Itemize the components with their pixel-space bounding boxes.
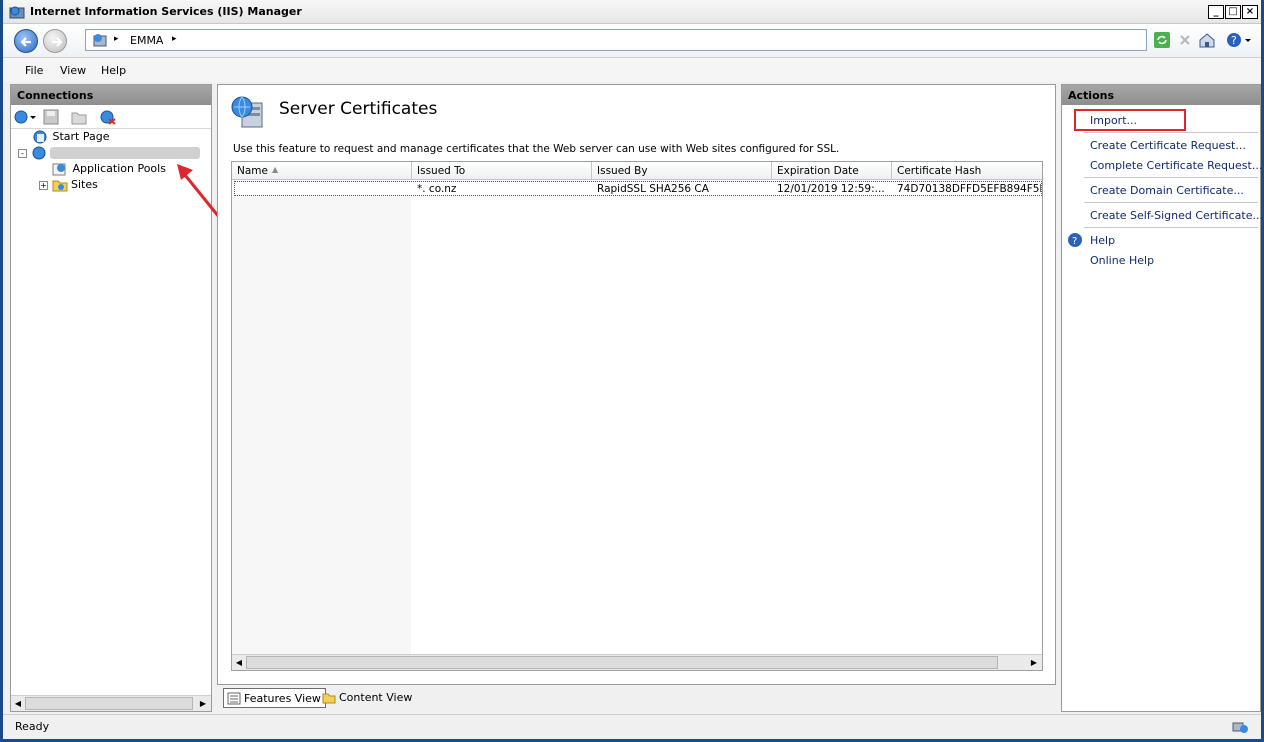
iis-manager-window: Internet Information Services (IIS) Mana… <box>0 0 1264 742</box>
scroll-right-arrow-icon[interactable]: ▶ <box>1028 657 1040 669</box>
connect-globe-icon[interactable] <box>14 109 36 128</box>
up-folder-icon[interactable] <box>71 109 87 128</box>
menu-file[interactable]: File <box>25 64 43 77</box>
features-view-label: Features View <box>244 692 321 705</box>
title-bar: Internet Information Services (IIS) Mana… <box>3 0 1261 24</box>
status-text: Ready <box>15 720 50 733</box>
action-create-domain-certificate[interactable]: Create Domain Certificate... <box>1090 184 1244 197</box>
disconnect-icon[interactable] <box>99 109 117 128</box>
tree-sites[interactable]: + Sites <box>39 178 98 192</box>
features-panel: Server Certificates Use this feature to … <box>217 84 1056 685</box>
help-icon: ? <box>1067 232 1083 251</box>
server-certificates-icon <box>230 95 266 132</box>
certificates-grid: Name ▲ Issued To Issued By Expiration Da… <box>231 161 1043 671</box>
menu-help[interactable]: Help <box>101 64 126 77</box>
scroll-left-arrow-icon[interactable]: ◀ <box>12 698 24 710</box>
cell-issued-to: *. co.nz <box>417 183 457 195</box>
table-row[interactable]: *. co.nz RapidSSL SHA256 CA 12/01/2019 1… <box>234 181 1042 196</box>
expand-toggle-icon[interactable]: + <box>39 180 48 190</box>
grid-header: Name ▲ Issued To Issued By Expiration Da… <box>232 162 1042 180</box>
actions-header: Actions <box>1062 85 1260 105</box>
back-button[interactable] <box>14 29 38 53</box>
action-import[interactable]: Import... <box>1090 114 1137 127</box>
action-divider <box>1084 177 1258 178</box>
action-help[interactable]: Help <box>1090 234 1115 247</box>
features-view-icon <box>227 692 241 708</box>
application-pools-icon <box>52 163 66 176</box>
scroll-thumb[interactable] <box>25 697 193 710</box>
close-button[interactable]: × <box>1242 5 1258 19</box>
tree-application-pools[interactable]: Application Pools <box>51 162 166 176</box>
content-view-label: Content View <box>339 691 413 704</box>
scroll-right-arrow-icon[interactable]: ▶ <box>197 698 209 710</box>
feature-description: Use this feature to request and manage c… <box>233 143 840 155</box>
action-divider <box>1084 202 1258 203</box>
address-bar[interactable]: ▸ EMMA ▸ <box>85 29 1147 51</box>
minimize-button[interactable]: _ <box>1208 5 1224 19</box>
connections-header: Connections <box>11 85 211 105</box>
start-page-label: Start Page <box>52 130 110 143</box>
home-icon[interactable] <box>1198 31 1216 49</box>
cell-hash: 74D70138DFFD5EFB894F5DB5 <box>897 183 1041 195</box>
menu-bar: File View Help <box>3 58 1261 82</box>
breadcrumb-separator[interactable]: ▸ <box>172 34 177 44</box>
grid-scrollbar[interactable]: ◀ ▶ <box>232 654 1042 670</box>
window-title: Internet Information Services (IIS) Mana… <box>30 5 302 18</box>
tree-server-node[interactable]: - <box>18 146 200 160</box>
svg-text:?: ? <box>1072 236 1077 247</box>
server-node-icon <box>32 146 45 160</box>
column-name-label: Name <box>237 165 268 177</box>
column-header-issued-by[interactable]: Issued By <box>592 162 772 180</box>
breadcrumb-emma[interactable]: EMMA <box>130 34 163 47</box>
stop-icon[interactable] <box>1176 31 1194 49</box>
status-bar: Ready <box>3 714 1261 739</box>
column-header-name[interactable]: Name ▲ <box>232 162 412 180</box>
feature-title: Server Certificates <box>279 99 438 119</box>
network-status-icon <box>1231 719 1249 738</box>
menu-view[interactable]: View <box>60 64 86 77</box>
navigation-bar: ▸ EMMA ▸ ? <box>3 24 1261 58</box>
column-header-issued-to[interactable]: Issued To <box>412 162 592 180</box>
action-complete-certificate-request[interactable]: Complete Certificate Request... <box>1090 159 1262 172</box>
server-node-label-redacted <box>50 147 200 159</box>
iis-app-icon <box>9 5 25 19</box>
forward-button[interactable] <box>43 29 67 53</box>
svg-text:?: ? <box>1231 34 1237 47</box>
name-column-background <box>232 197 411 657</box>
server-icon <box>92 33 108 50</box>
column-header-hash[interactable]: Certificate Hash <box>892 162 1042 180</box>
action-create-self-signed-certificate[interactable]: Create Self-Signed Certificate... <box>1090 209 1263 222</box>
scroll-thumb[interactable] <box>246 656 998 669</box>
connections-scrollbar[interactable]: ◀ ▶ <box>11 695 211 711</box>
content-view-icon <box>322 691 336 707</box>
cell-issued-by: RapidSSL SHA256 CA <box>597 183 709 195</box>
save-icon[interactable] <box>43 109 59 128</box>
scroll-left-arrow-icon[interactable]: ◀ <box>233 657 245 669</box>
start-page-icon <box>33 130 47 144</box>
action-online-help[interactable]: Online Help <box>1090 254 1154 267</box>
back-arrow-icon <box>20 37 31 47</box>
tab-content-view[interactable]: Content View <box>319 688 416 708</box>
collapse-toggle-icon[interactable]: - <box>18 148 27 158</box>
action-divider <box>1084 227 1258 228</box>
sites-label: Sites <box>71 178 98 191</box>
help-dropdown-icon[interactable]: ? <box>1225 31 1251 49</box>
tree-start-page[interactable]: Start Page <box>31 130 110 144</box>
maximize-button[interactable]: □ <box>1225 5 1241 19</box>
action-create-certificate-request[interactable]: Create Certificate Request... <box>1090 139 1246 152</box>
refresh-icon[interactable] <box>1153 31 1171 49</box>
breadcrumb-separator[interactable]: ▸ <box>114 34 119 44</box>
sites-folder-icon <box>52 180 67 192</box>
forward-arrow-icon <box>52 37 63 47</box>
sort-ascending-icon: ▲ <box>272 165 279 174</box>
connections-toolbar <box>11 105 211 129</box>
cell-expiration: 12/01/2019 12:59:... <box>777 183 885 195</box>
application-pools-label: Application Pools <box>72 162 166 175</box>
action-divider <box>1084 132 1258 133</box>
actions-panel: Actions Import... Create Certificate Req… <box>1061 84 1263 712</box>
tab-features-view[interactable]: Features View <box>223 688 326 708</box>
column-header-expiration[interactable]: Expiration Date <box>772 162 892 180</box>
